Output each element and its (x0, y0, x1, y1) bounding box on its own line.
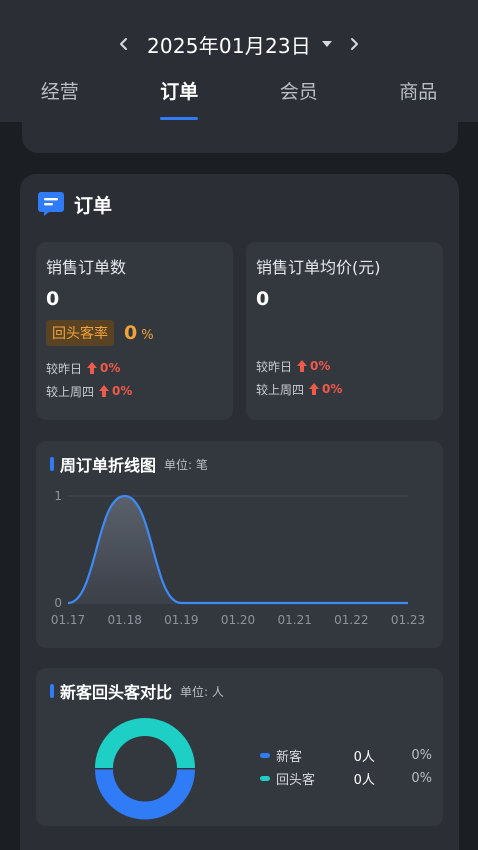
customer-ratio-panel: 新客回头客对比 单位: 人 新客 0人 0% 回头客 0人 0% (36, 668, 443, 826)
weekly-order-chart-panel: 周订单折线图 单位: 笔 0 1 01.17 01.18 01.19 01.20 01.21… (36, 441, 443, 648)
caret-down-icon (322, 41, 332, 47)
tab-orders[interactable]: 订单 (120, 70, 240, 120)
arrow-up-icon (87, 362, 98, 374)
prev-date-button[interactable] (107, 27, 141, 61)
donut-slice-new (95, 769, 195, 820)
compare-last-week-value: 0% (112, 384, 133, 398)
avg-order-price-value: 0 (256, 288, 270, 310)
compare-yesterday: 较昨日 0% (256, 357, 330, 375)
y-tick-label: 0 (54, 596, 62, 610)
order-card: 订单 销售订单数 0 回头客率 0 % 较昨日 0% 较上周四 0% 销售订单均… (20, 174, 459, 850)
tab-members[interactable]: 会员 (239, 70, 359, 118)
legend-row-new: 新客 0人 0% (260, 746, 432, 765)
legend-count: 0人 (353, 749, 375, 765)
legend-name: 新客 (275, 749, 302, 765)
tab-products[interactable]: 商品 (359, 70, 478, 118)
customer-donut-chart (95, 718, 195, 820)
chevron-left-icon (120, 38, 127, 50)
order-list-icon (38, 192, 64, 216)
legend-percent: 0% (411, 747, 432, 763)
repeat-rate-unit: % (141, 327, 154, 343)
compare-last-week-label: 较上周四 (46, 384, 95, 399)
title-accent-bar (50, 684, 54, 698)
next-date-button[interactable] (337, 27, 371, 61)
x-tick-label: 01.23 (391, 613, 425, 627)
compare-last-week: 较上周四 0% (46, 382, 132, 400)
sales-order-count-value: 0 (46, 288, 60, 310)
chevron-right-icon (351, 38, 358, 50)
y-tick-label: 1 (54, 489, 62, 503)
sales-order-count-label: 销售订单数 (46, 258, 127, 277)
previous-card-bottom (22, 122, 458, 153)
x-tick-label: 01.20 (221, 613, 255, 627)
line-area-fill (68, 496, 408, 603)
customer-ratio-title: 新客回头客对比 (60, 683, 173, 702)
arrow-up-icon (99, 385, 110, 397)
compare-yesterday-value: 0% (310, 359, 331, 373)
avg-order-price-stat[interactable]: 销售订单均价(元) 0 较昨日 0% 较上周四 0% (246, 242, 443, 420)
legend-name: 回头客 (275, 772, 315, 788)
compare-last-week: 较上周四 0% (256, 380, 342, 398)
date-dropdown-button[interactable] (317, 34, 337, 54)
legend-row-returning: 回头客 0人 0% (260, 769, 432, 788)
compare-yesterday: 较昨日 0% (46, 359, 120, 377)
avg-order-price-label: 销售订单均价(元) (256, 258, 381, 277)
compare-last-week-label: 较上周四 (256, 382, 305, 397)
arrow-up-icon (297, 360, 308, 372)
date-selector: 2025年01月23日 (0, 26, 478, 62)
x-tick-label: 01.17 (51, 613, 85, 627)
legend-swatch-returning (260, 775, 270, 781)
tab-business[interactable]: 经营 (0, 70, 120, 118)
order-card-title: 订单 (74, 194, 113, 217)
x-tick-label: 01.19 (164, 613, 198, 627)
repeat-customer-rate: 回头客率 0 % (46, 320, 154, 346)
compare-last-week-value: 0% (322, 382, 343, 396)
weekly-order-line-chart: 0 1 01.17 01.18 01.19 01.20 01.21 01.22 01.23 (51, 489, 425, 627)
legend-percent: 0% (411, 770, 432, 786)
legend-swatch-new (260, 752, 270, 758)
customer-ratio-header: 新客回头客对比 单位: 人 (50, 679, 224, 703)
order-card-header: 订单 (38, 191, 112, 217)
top-header: 2025年01月23日 经营 订单 会员 商品 (0, 0, 478, 122)
repeat-rate-value: 0 (124, 322, 138, 344)
x-tick-label: 01.22 (334, 613, 368, 627)
donut-slice-returning (95, 718, 195, 768)
tab-bar: 经营 订单 会员 商品 (0, 70, 478, 120)
compare-yesterday-label: 较昨日 (46, 361, 83, 376)
x-tick-label: 01.18 (107, 613, 141, 627)
current-date[interactable]: 2025年01月23日 (147, 30, 311, 59)
compare-yesterday-label: 较昨日 (256, 359, 293, 374)
repeat-rate-label: 回头客率 (46, 320, 114, 346)
legend-count: 0人 (353, 772, 375, 788)
customer-ratio-unit: 单位: 人 (180, 684, 224, 699)
arrow-up-icon (309, 383, 320, 395)
compare-yesterday-value: 0% (100, 361, 121, 375)
x-tick-label: 01.21 (277, 613, 311, 627)
sales-order-count-stat[interactable]: 销售订单数 0 回头客率 0 % 较昨日 0% 较上周四 0% (36, 242, 233, 420)
